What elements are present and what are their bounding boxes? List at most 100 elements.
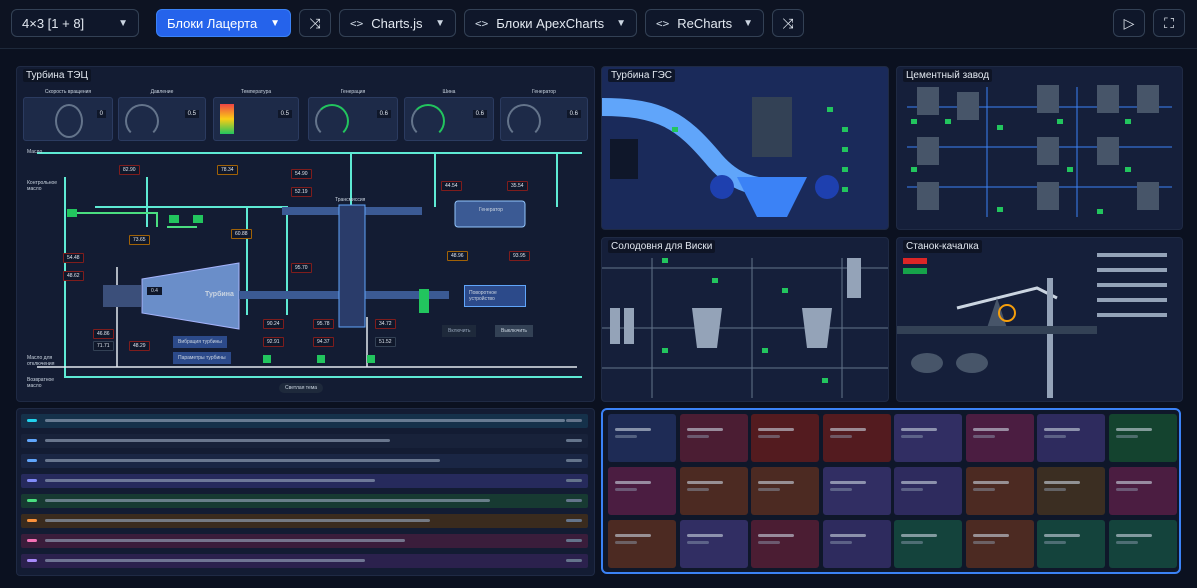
panel-cement-plant[interactable]: Цементный завод (896, 66, 1183, 230)
list-item[interactable] (21, 414, 588, 428)
turning-device-button[interactable]: Поворотное устройство (464, 285, 526, 307)
dashboard-tile[interactable] (608, 467, 676, 515)
dashboard-tile[interactable] (1108, 467, 1177, 515)
list-item[interactable] (21, 534, 588, 548)
list-item-end (566, 519, 582, 522)
dashboard-tile[interactable] (822, 414, 891, 462)
tile-line (615, 541, 637, 544)
dashboard-tile[interactable] (894, 520, 962, 568)
dashboard-tile[interactable] (751, 520, 819, 568)
lacert-blocks-label: Блоки Лацерта (167, 15, 258, 31)
turbine-params-button[interactable]: Параметры турбины (173, 352, 231, 364)
chartsjs-select[interactable]: <> Charts.js ▼ (339, 9, 456, 37)
tile-line (901, 541, 923, 544)
whisky-diagram (602, 258, 888, 398)
list-item-bar (45, 559, 365, 562)
shuffle-button-2[interactable]: ⤨ (772, 9, 804, 37)
dashboard-tile[interactable] (679, 467, 748, 515)
list-item[interactable] (21, 554, 588, 568)
dashboard-tile[interactable] (679, 520, 748, 568)
chevron-down-icon: ▼ (743, 17, 753, 29)
lacert-blocks-select[interactable]: Блоки Лацерта ▼ (156, 9, 291, 37)
dashboard-tile[interactable] (751, 414, 819, 462)
transmission-label: Трансмиссия (335, 197, 366, 203)
disable-button[interactable]: Выключить (495, 325, 534, 337)
turbine-label: Турбина (205, 291, 234, 298)
dashboard-tile[interactable] (965, 520, 1034, 568)
panel-title: Турбина ГЭС (608, 69, 675, 82)
value-tag: 60.88 (231, 229, 252, 239)
dashboard-tile[interactable] (965, 467, 1034, 515)
generator-label: Генератор (479, 207, 503, 213)
tile-line (829, 488, 852, 491)
panel-pump-jack[interactable]: Станок-качалка (896, 237, 1183, 402)
tile-line (686, 435, 709, 438)
value-tag: 46.86 (93, 329, 114, 339)
status-dot (27, 439, 37, 442)
tile-line (972, 435, 995, 438)
dashboard-tile[interactable] (1037, 467, 1105, 515)
tile-line (615, 488, 637, 491)
layout-select[interactable]: 4×3 [1 + 8] ▼ (11, 9, 139, 37)
apexcharts-select[interactable]: <> Блоки ApexCharts ▼ (464, 9, 637, 37)
dashboard-tile[interactable] (1108, 414, 1177, 462)
dashboard-tile[interactable] (608, 520, 676, 568)
tile-line (758, 435, 780, 438)
status-dot (27, 479, 37, 482)
list-item[interactable] (21, 434, 588, 448)
status-dot (27, 539, 37, 542)
tile-line (1044, 435, 1066, 438)
list-item[interactable] (21, 514, 588, 528)
tile-line (829, 428, 866, 431)
tile-line (972, 541, 995, 544)
list-item[interactable] (21, 454, 588, 468)
shuffle-button[interactable]: ⤨ (299, 9, 331, 37)
list-item-end (566, 439, 582, 442)
value-tag: 35.54 (507, 181, 528, 191)
value-tag: 44.54 (441, 181, 462, 191)
dashboard-tile[interactable] (894, 467, 962, 515)
panel-whisky-malthouse[interactable]: Солодовня для Виски (601, 237, 889, 402)
tile-line (686, 541, 709, 544)
dashboard-tile[interactable] (1037, 414, 1105, 462)
list-item[interactable] (21, 494, 588, 508)
tile-line (686, 488, 709, 491)
list-item-end (566, 559, 582, 562)
panel-turbine-tec[interactable]: Турбина ТЭЦ Скорость вращения 0 Давление… (16, 66, 595, 402)
list-item-end (566, 499, 582, 502)
list-item-bar (45, 419, 565, 422)
fullscreen-button[interactable]: ⛶ (1153, 9, 1185, 37)
dashboard-tile[interactable] (894, 414, 962, 462)
dashboard-tile[interactable] (822, 467, 891, 515)
oil-label: Масло (27, 149, 43, 155)
theme-toggle[interactable]: Светлая тема (279, 383, 324, 393)
dashboard-tile[interactable] (965, 414, 1034, 462)
tile-grid[interactable] (601, 408, 1181, 574)
dashboard-tile[interactable] (679, 414, 748, 462)
dashboard-tile[interactable] (608, 414, 676, 462)
dashboard-tile[interactable] (1108, 520, 1177, 568)
value-tag: 54.48 (63, 253, 84, 263)
vibration-button[interactable]: Вибрация турбины (173, 336, 227, 348)
list-panel[interactable] (16, 408, 595, 576)
tile-line (686, 428, 723, 431)
value-tag: 52.19 (291, 187, 312, 197)
value-tag: 48.62 (63, 271, 84, 281)
panel-turbine-ges[interactable]: Турбина ГЭС (601, 66, 889, 230)
dashboard-tile[interactable] (751, 467, 819, 515)
panel-title: Турбина ТЭЦ (23, 69, 91, 82)
enable-button[interactable]: Включить (442, 325, 477, 337)
value-tag: 93.95 (509, 251, 530, 261)
hydro-diagram (602, 97, 848, 217)
list-item[interactable] (21, 474, 588, 488)
tile-line (758, 541, 780, 544)
tile-line (615, 481, 651, 484)
play-button[interactable]: ▷ (1113, 9, 1145, 37)
recharts-select[interactable]: <> ReCharts ▼ (645, 9, 764, 37)
value-tag: 73.65 (129, 235, 150, 245)
dashboard-tile[interactable] (1037, 520, 1105, 568)
value-tag: 95.70 (291, 263, 312, 273)
dashboard-tile[interactable] (822, 520, 891, 568)
apexcharts-label: Блоки ApexCharts (496, 15, 605, 31)
pump-jack-diagram (897, 253, 1167, 398)
